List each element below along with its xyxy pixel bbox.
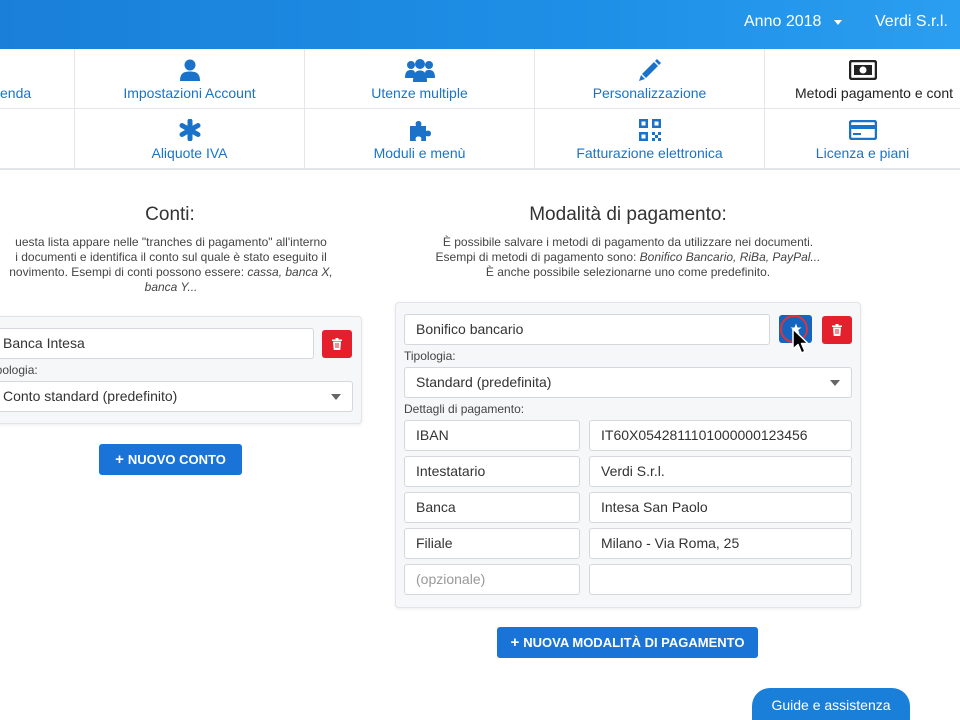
- detail-key-input[interactable]: Banca: [404, 492, 580, 523]
- account-type-select[interactable]: Conto standard (predefinito): [0, 381, 353, 412]
- settings-grid: enda Impostazioni Account Utenze multipl…: [0, 49, 960, 170]
- account-card: Banca Intesa ipologia: Conto standard (p…: [0, 316, 362, 424]
- payment-desc-line: È possibile salvare i metodi di pagament…: [442, 235, 814, 249]
- plus-icon: +: [510, 634, 520, 651]
- settings-item-payment-methods[interactable]: Metodi pagamento e cont: [765, 49, 960, 109]
- settings-item-label: Fatturazione elettronica: [576, 145, 723, 161]
- pencil-icon: [638, 57, 661, 83]
- mouse-cursor-icon: [792, 328, 809, 354]
- delete-account-button[interactable]: [322, 330, 352, 358]
- user-icon: [179, 57, 200, 83]
- settings-item-label: Moduli e menù: [373, 145, 466, 161]
- trash-icon: [332, 338, 342, 350]
- detail-key-input-empty[interactable]: (opzionale): [404, 564, 580, 595]
- payment-method-name-input[interactable]: Bonifico bancario: [404, 314, 770, 345]
- accounts-desc-line: banca Y...: [0, 280, 352, 295]
- year-selector[interactable]: Anno 2018: [744, 13, 821, 31]
- new-payment-method-label: NUOVA MODALITÀ DI PAGAMENTO: [523, 635, 745, 650]
- new-account-label: NUOVO CONTO: [127, 452, 226, 467]
- puzzle-icon: [408, 117, 432, 143]
- detail-value-input[interactable]: Intesa San Paolo: [589, 492, 852, 523]
- help-button[interactable]: Guide e assistenza: [752, 688, 910, 720]
- accounts-desc-text: novimento. Esempi di conti possono esser…: [9, 265, 248, 279]
- settings-item-customization[interactable]: Personalizzazione: [535, 49, 765, 109]
- new-payment-method-button[interactable]: + NUOVA MODALITÀ DI PAGAMENTO: [497, 627, 758, 658]
- detail-key-input[interactable]: Intestatario: [404, 456, 580, 487]
- company-menu[interactable]: Verdi S.r.l.: [875, 13, 948, 31]
- top-bar: Anno 2018 Verdi S.r.l.: [0, 0, 960, 49]
- trash-icon: [832, 324, 842, 336]
- settings-item-label: Utenze multiple: [371, 85, 468, 101]
- money-icon: [848, 57, 877, 83]
- settings-item-vat-rates[interactable]: Aliquote IVA: [75, 109, 305, 169]
- detail-key-input[interactable]: IBAN: [404, 420, 580, 451]
- users-icon: [404, 57, 435, 83]
- accounts-description: uesta lista appare nelle "tranches di pa…: [0, 235, 352, 295]
- plus-icon: +: [115, 451, 124, 468]
- payment-details-label: Dettagli di pagamento:: [404, 402, 525, 416]
- settings-item-label: Metodi pagamento e cont: [795, 85, 953, 101]
- payment-desc-line: Esempi di metodi di pagamento sono: Boni…: [398, 250, 858, 265]
- payment-methods-description: È possibile salvare i metodi di pagament…: [398, 235, 858, 280]
- asterisk-icon: [179, 117, 201, 143]
- chevron-down-icon[interactable]: [834, 20, 842, 25]
- accounts-desc-line: uesta lista appare nelle "tranches di pa…: [15, 235, 327, 249]
- detail-key-input[interactable]: Filiale: [404, 528, 580, 559]
- settings-item-multi-users[interactable]: Utenze multiple: [305, 49, 535, 109]
- detail-value-input-empty[interactable]: [589, 564, 852, 595]
- credit-card-icon: [848, 117, 877, 143]
- settings-item-account[interactable]: Impostazioni Account: [75, 49, 305, 109]
- accounts-desc-line: novimento. Esempi di conti possono esser…: [0, 265, 352, 280]
- accounts-desc-example: cassa, banca X,: [247, 265, 333, 279]
- accounts-desc-line: i documenti e identifica il conto sul qu…: [15, 250, 327, 264]
- qrcode-icon: [638, 117, 661, 143]
- settings-item-label: Licenza e piani: [815, 145, 910, 161]
- detail-value-input[interactable]: IT60X0542811101000000123456: [589, 420, 852, 451]
- accounts-title: Conti:: [145, 204, 195, 225]
- payment-type-select[interactable]: Standard (predefinita): [404, 367, 852, 398]
- settings-item-label: Personalizzazione: [592, 85, 707, 101]
- settings-item-e-invoicing[interactable]: Fatturazione elettronica: [535, 109, 765, 169]
- settings-item-label: Aliquote IVA: [151, 145, 228, 161]
- settings-item-empty[interactable]: [0, 109, 75, 169]
- payment-type-label: Tipologia:: [404, 349, 456, 363]
- new-account-button[interactable]: + NUOVO CONTO: [99, 444, 242, 475]
- payment-desc-line: È anche possibile selezionarne uno come …: [485, 265, 771, 279]
- settings-item-modules[interactable]: Moduli e menù: [305, 109, 535, 169]
- settings-item-license[interactable]: Licenza e piani: [765, 109, 960, 169]
- payment-methods-title: Modalità di pagamento:: [529, 204, 727, 225]
- settings-item-label: enda: [0, 85, 32, 101]
- account-name-input[interactable]: Banca Intesa: [0, 328, 314, 359]
- account-type-label: ipologia:: [0, 363, 38, 377]
- detail-value-input[interactable]: Milano - Via Roma, 25: [589, 528, 852, 559]
- settings-item-label: Impostazioni Account: [123, 85, 256, 101]
- detail-value-input[interactable]: Verdi S.r.l.: [589, 456, 852, 487]
- delete-payment-method-button[interactable]: [822, 316, 852, 344]
- payment-desc-example: Bonifico Bancario, RiBa, PayPal...: [639, 250, 821, 264]
- settings-item-azienda[interactable]: enda: [0, 49, 75, 109]
- payment-desc-text: Esempi di metodi di pagamento sono:: [435, 250, 640, 264]
- accounts-desc-example: banca Y...: [144, 280, 198, 294]
